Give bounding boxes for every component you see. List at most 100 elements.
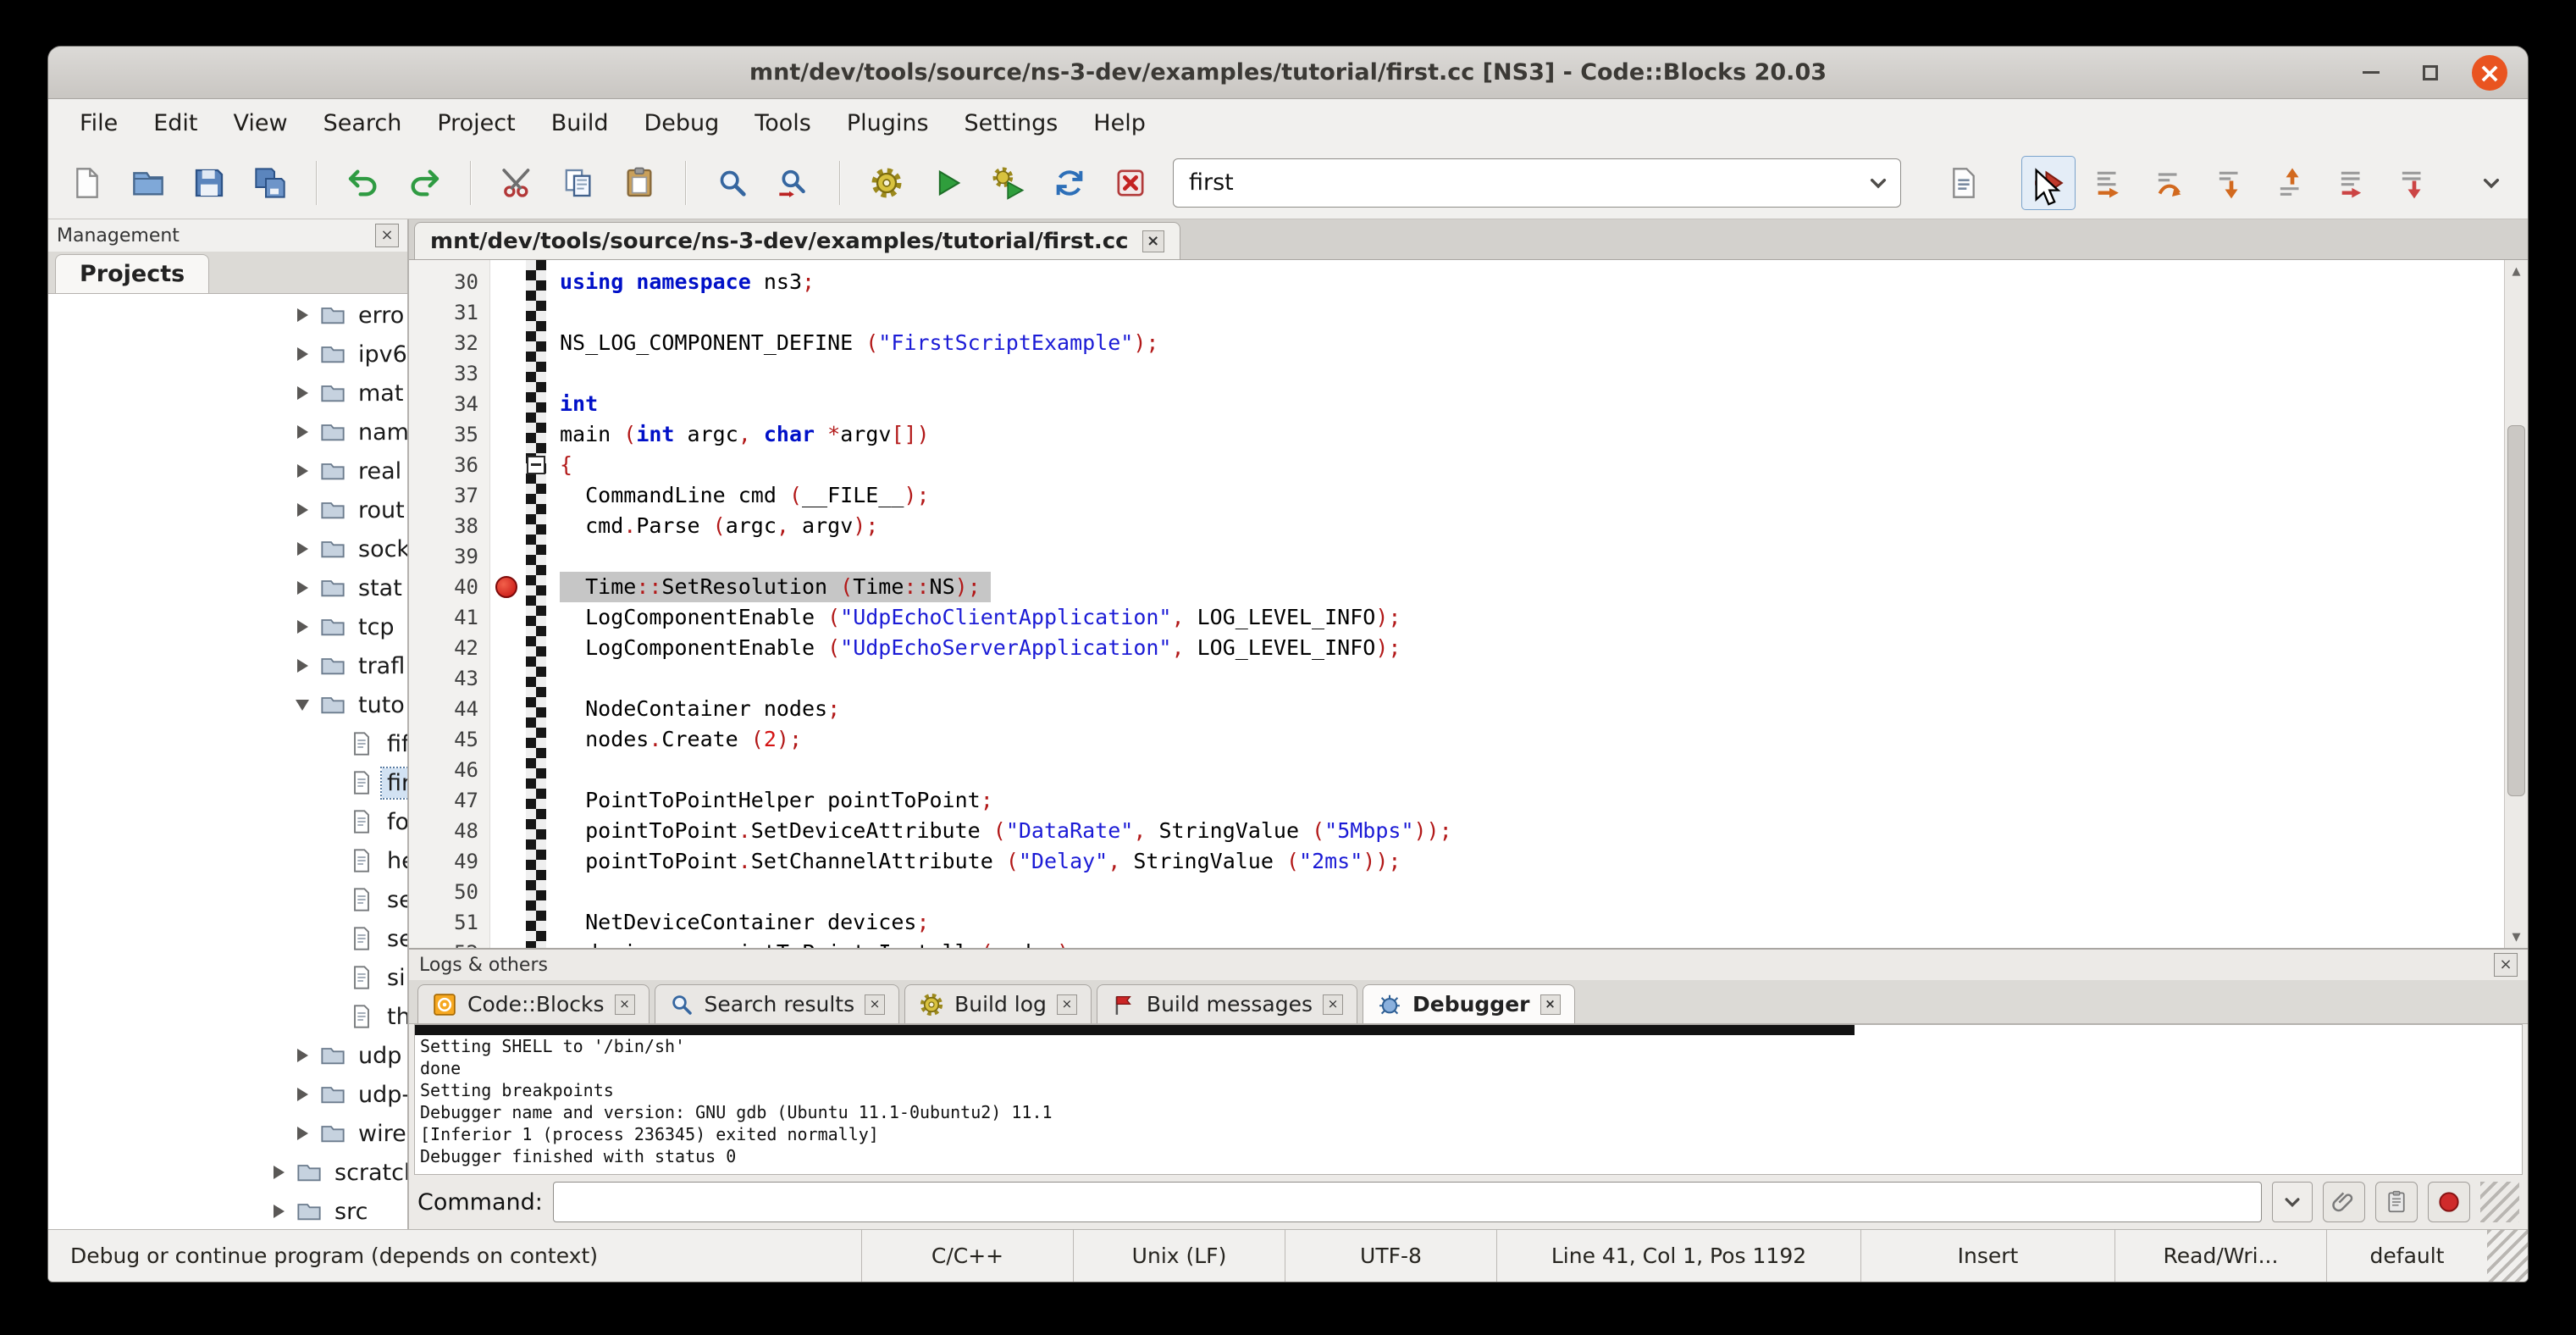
new-file-button[interactable]: [60, 156, 114, 210]
code-line-45[interactable]: 45 nodes.Create (2);: [409, 724, 2502, 755]
breakpoint-margin[interactable]: [490, 541, 526, 572]
tab-close-icon[interactable]: ×: [865, 994, 885, 1015]
chevron-collapsed-icon[interactable]: [267, 1205, 290, 1218]
menu-tools[interactable]: Tools: [737, 103, 829, 143]
menu-debug[interactable]: Debug: [627, 103, 738, 143]
logs-tab-debugger[interactable]: Debugger×: [1363, 984, 1574, 1023]
code-line-44[interactable]: 44 NodeContainer nodes;: [409, 694, 2502, 724]
cut-button[interactable]: [490, 156, 544, 210]
code-line-30[interactable]: 30using namespace ns3;: [409, 267, 2502, 297]
code-line-32[interactable]: 32NS_LOG_COMPONENT_DEFINE ("FirstScriptE…: [409, 328, 2502, 358]
tree-item-fif[interactable]: fif: [48, 724, 407, 763]
paste-button[interactable]: [612, 156, 666, 210]
code-line-42[interactable]: 42 LogComponentEnable ("UdpEchoServerApp…: [409, 633, 2502, 663]
code-line-35[interactable]: 35main (int argc, char *argv[]): [409, 419, 2502, 450]
breakpoint-margin[interactable]: [490, 785, 526, 816]
menu-settings[interactable]: Settings: [947, 103, 1076, 143]
maximize-button[interactable]: [2413, 55, 2448, 91]
breakpoint-margin[interactable]: [490, 389, 526, 419]
line-number[interactable]: 49: [409, 846, 490, 877]
tree-item-ipv6[interactable]: ipv6: [48, 335, 407, 374]
menu-plugins[interactable]: Plugins: [829, 103, 947, 143]
scroll-down-icon[interactable]: ▼: [2505, 926, 2528, 948]
line-number[interactable]: 45: [409, 724, 490, 755]
code-line-37[interactable]: 37 CommandLine cmd (__FILE__);: [409, 480, 2502, 511]
editor-vertical-scrollbar[interactable]: ▲ ▼: [2504, 260, 2528, 948]
code-line-33[interactable]: 33: [409, 358, 2502, 389]
tree-item-udp[interactable]: udp-: [48, 1075, 407, 1114]
tree-item-rout[interactable]: rout: [48, 490, 407, 529]
breakpoint-margin[interactable]: [490, 480, 526, 511]
code-line-52[interactable]: 52 devices = pointToPoint.Install (nodes…: [409, 938, 2502, 948]
step-into-instruction-button[interactable]: [2387, 156, 2441, 210]
toolbar-overflow-chevron-icon[interactable]: [2467, 158, 2516, 208]
code-line-48[interactable]: 48 pointToPoint.SetDeviceAttribute ("Dat…: [409, 816, 2502, 846]
tree-item-sock[interactable]: sock: [48, 529, 407, 568]
chevron-expanded-icon[interactable]: [290, 700, 314, 711]
chevron-collapsed-icon[interactable]: [290, 464, 314, 478]
chevron-collapsed-icon[interactable]: [290, 1088, 314, 1101]
code-line-46[interactable]: 46: [409, 755, 2502, 785]
logs-tab-build-messages[interactable]: Build messages×: [1097, 984, 1357, 1023]
project-tree[interactable]: erroipv6matnamrealroutsockstattcptrafltu…: [48, 294, 407, 1229]
replace-button[interactable]: [766, 156, 821, 210]
line-number[interactable]: 47: [409, 785, 490, 816]
debugger-log[interactable]: Setting SHELL to '/bin/sh'doneSetting br…: [414, 1024, 2523, 1175]
chevron-collapsed-icon[interactable]: [290, 620, 314, 634]
breakpoint-margin[interactable]: [490, 633, 526, 663]
line-number[interactable]: 50: [409, 877, 490, 907]
code-line-43[interactable]: 43: [409, 663, 2502, 694]
code-line-38[interactable]: 38 cmd.Parse (argc, argv);: [409, 511, 2502, 541]
chevron-down-icon[interactable]: [1856, 159, 1900, 207]
breakpoint-margin[interactable]: [490, 511, 526, 541]
breakpoint-margin[interactable]: [490, 297, 526, 328]
chevron-collapsed-icon[interactable]: [290, 308, 314, 322]
code-line-50[interactable]: 50: [409, 877, 2502, 907]
menu-build[interactable]: Build: [533, 103, 627, 143]
menu-view[interactable]: View: [215, 103, 305, 143]
step-out-button[interactable]: [2265, 156, 2319, 210]
menu-help[interactable]: Help: [1075, 103, 1164, 143]
breakpoint-margin[interactable]: [490, 358, 526, 389]
command-input[interactable]: [553, 1182, 2262, 1222]
code-line-40[interactable]: 40 Time::SetResolution (Time::NS);: [409, 572, 2502, 602]
line-number[interactable]: 36: [409, 450, 490, 480]
line-number[interactable]: 46: [409, 755, 490, 785]
line-number[interactable]: 48: [409, 816, 490, 846]
logs-tab-search-results[interactable]: Search results×: [655, 984, 900, 1023]
chevron-collapsed-icon[interactable]: [267, 1166, 290, 1179]
line-number[interactable]: 52: [409, 938, 490, 948]
menu-file[interactable]: File: [62, 103, 135, 143]
tree-item-th[interactable]: th: [48, 997, 407, 1036]
chevron-collapsed-icon[interactable]: [290, 542, 314, 556]
build-button[interactable]: [860, 156, 914, 210]
minimize-button[interactable]: [2353, 55, 2389, 91]
breakpoint-margin[interactable]: [490, 846, 526, 877]
tree-item-si[interactable]: si: [48, 958, 407, 997]
scroll-up-icon[interactable]: ▲: [2505, 260, 2528, 282]
tree-item-real[interactable]: real: [48, 451, 407, 490]
tree-item-fir[interactable]: fir: [48, 763, 407, 802]
line-number[interactable]: 42: [409, 633, 490, 663]
breakpoint-margin[interactable]: [490, 816, 526, 846]
open-file-button[interactable]: [121, 156, 175, 210]
breakpoint-margin[interactable]: [490, 724, 526, 755]
tab-close-icon[interactable]: ×: [1323, 994, 1343, 1015]
titlebar[interactable]: mnt/dev/tools/source/ns-3-dev/examples/t…: [48, 47, 2528, 99]
code-line-49[interactable]: 49 pointToPoint.SetChannelAttribute ("De…: [409, 846, 2502, 877]
code-line-31[interactable]: 31: [409, 297, 2502, 328]
line-number[interactable]: 35: [409, 419, 490, 450]
breakpoint-icon[interactable]: [495, 576, 517, 598]
save-button[interactable]: [182, 156, 236, 210]
line-number[interactable]: 33: [409, 358, 490, 389]
line-number[interactable]: 40: [409, 572, 490, 602]
attach-icon[interactable]: [2323, 1182, 2365, 1222]
logs-resize-grip[interactable]: [2480, 1182, 2519, 1222]
run-to-cursor-button[interactable]: [2082, 156, 2137, 210]
next-instruction-button[interactable]: [2326, 156, 2380, 210]
tree-item-fo[interactable]: fo: [48, 802, 407, 841]
tree-item-scratch[interactable]: scratch: [48, 1153, 407, 1192]
chevron-collapsed-icon[interactable]: [290, 503, 314, 517]
line-number[interactable]: 51: [409, 907, 490, 938]
abort-button[interactable]: [1103, 156, 1158, 210]
